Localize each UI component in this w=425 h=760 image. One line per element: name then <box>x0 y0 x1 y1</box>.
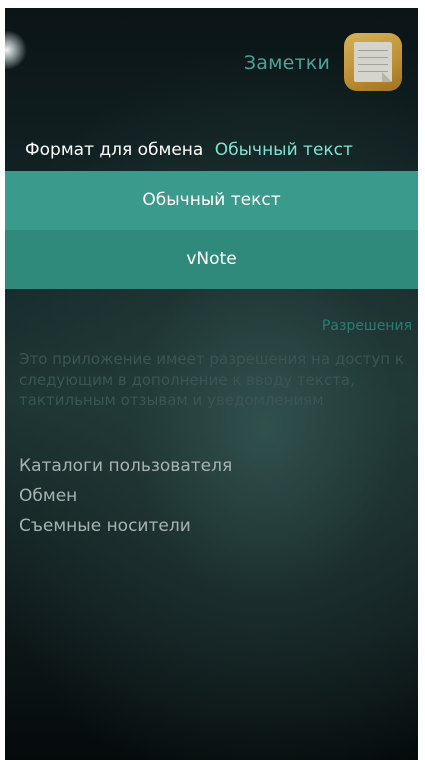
share-format-setting[interactable]: Формат для обмена Обычный текст <box>25 140 353 160</box>
permissions-header: Разрешения <box>321 318 412 334</box>
permission-removable-media: Съемные носители <box>19 516 191 536</box>
notepad-icon <box>354 42 392 82</box>
permissions-description: Это приложение имеет разрешения на досту… <box>19 350 404 409</box>
permission-sharing: Обмен <box>19 486 78 506</box>
option-vnote[interactable]: vNote <box>5 230 418 289</box>
app-screen: Заметки Формат для обмена Обычный текст … <box>5 8 418 760</box>
option-plain-text[interactable]: Обычный текст <box>5 171 418 230</box>
light-glow <box>5 30 27 70</box>
share-format-dropdown: Обычный текст vNote <box>5 171 418 289</box>
permissions-list: Каталоги пользователя Обмен Съемные носи… <box>19 451 232 541</box>
permission-user-directories: Каталоги пользователя <box>19 456 233 476</box>
share-format-value[interactable]: Обычный текст <box>215 140 353 160</box>
notes-app-icon <box>344 33 402 91</box>
share-format-label: Формат для обмена <box>25 140 204 160</box>
page-title: Заметки <box>243 52 330 74</box>
